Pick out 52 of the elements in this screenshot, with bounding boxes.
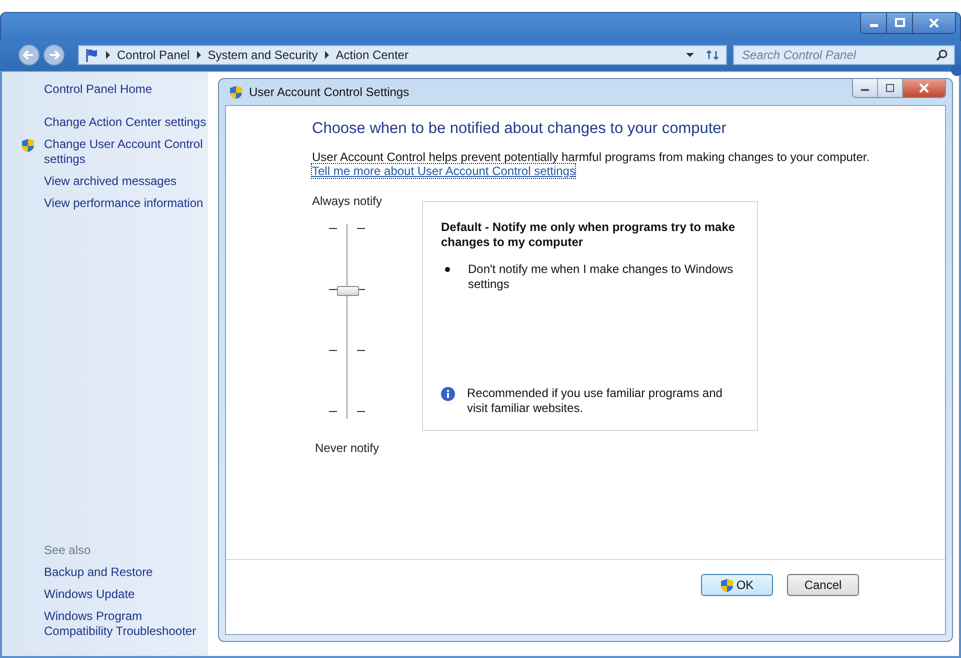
- bullet-icon: [445, 267, 450, 272]
- close-button[interactable]: [903, 79, 945, 97]
- dialog-heading: Choose when to be notified about changes to your computer: [312, 120, 728, 138]
- breadcrumb-item[interactable]: System and Security: [208, 48, 318, 62]
- maximize-button[interactable]: [887, 13, 913, 33]
- description-text: User Account Control helps prevent potentially harmful programs from making changes to your computer.: [312, 150, 871, 164]
- sidebar-link[interactable]: Change User Account Control settings: [44, 137, 208, 167]
- search-input[interactable]: Search Control Panel: [740, 47, 936, 63]
- chevron-icon: [324, 51, 330, 59]
- address-bar[interactable]: Control Panel System and Security Action Center: [78, 45, 727, 65]
- chevron-icon: [196, 51, 202, 59]
- search-icon: [936, 49, 948, 61]
- sidebar-link[interactable]: Windows Update: [44, 587, 208, 602]
- bullet-text: Don't notify me when I make changes to Windows settings: [468, 262, 734, 292]
- chevron-icon: [105, 51, 111, 59]
- sidebar-link[interactable]: View archived messages: [44, 174, 208, 189]
- maximize-icon: [885, 84, 895, 92]
- minimize-button[interactable]: [853, 79, 878, 97]
- sidebar-link[interactable]: Control Panel Home: [44, 82, 208, 97]
- search-field[interactable]: Search Control Panel: [733, 45, 955, 65]
- section-title: See also: [44, 543, 92, 557]
- sidebar-link[interactable]: Change Action Center settings: [44, 115, 208, 130]
- sidebar-link[interactable]: View performance information: [44, 196, 208, 211]
- slider-label: Always notify: [312, 194, 382, 208]
- ok-button[interactable]: OK: [701, 574, 773, 596]
- help-link[interactable]: Tell me more about User Account Control settings: [312, 164, 576, 178]
- maximize-icon: [894, 18, 906, 28]
- breadcrumb-item[interactable]: Control Panel: [117, 48, 190, 62]
- dropdown-icon[interactable]: [686, 52, 694, 58]
- refresh-icon[interactable]: [706, 49, 720, 61]
- shield-icon: [21, 138, 35, 153]
- slider-label: Never notify: [314, 441, 380, 455]
- close-button[interactable]: [913, 13, 955, 33]
- note-text: Recommended if you use familiar programs and visit familiar websites.: [467, 386, 724, 416]
- maximize-button[interactable]: [878, 79, 903, 97]
- back-button[interactable]: [18, 44, 40, 66]
- cancel-button[interactable]: Cancel: [787, 574, 859, 596]
- info-icon: [441, 387, 455, 401]
- close-icon: [918, 83, 930, 93]
- help-icon[interactable]: [951, 64, 961, 76]
- minimize-button[interactable]: [861, 13, 887, 33]
- sidebar-link[interactable]: Windows Program Compatibility Troubleshooter: [44, 609, 208, 639]
- flag-icon: [85, 48, 99, 62]
- dialog-title: User Account Control Settings: [249, 85, 410, 99]
- setting-title: Default - Notify me only when programs try to make changes to my computer: [441, 220, 736, 250]
- shield-icon: [720, 578, 734, 592]
- forward-button[interactable]: [43, 44, 65, 66]
- shield-icon: [229, 84, 243, 100]
- slider-thumb[interactable]: [337, 286, 359, 296]
- sidebar-link[interactable]: Backup and Restore: [44, 565, 208, 580]
- breadcrumb-item[interactable]: Action Center: [336, 48, 408, 62]
- close-icon: [928, 18, 940, 28]
